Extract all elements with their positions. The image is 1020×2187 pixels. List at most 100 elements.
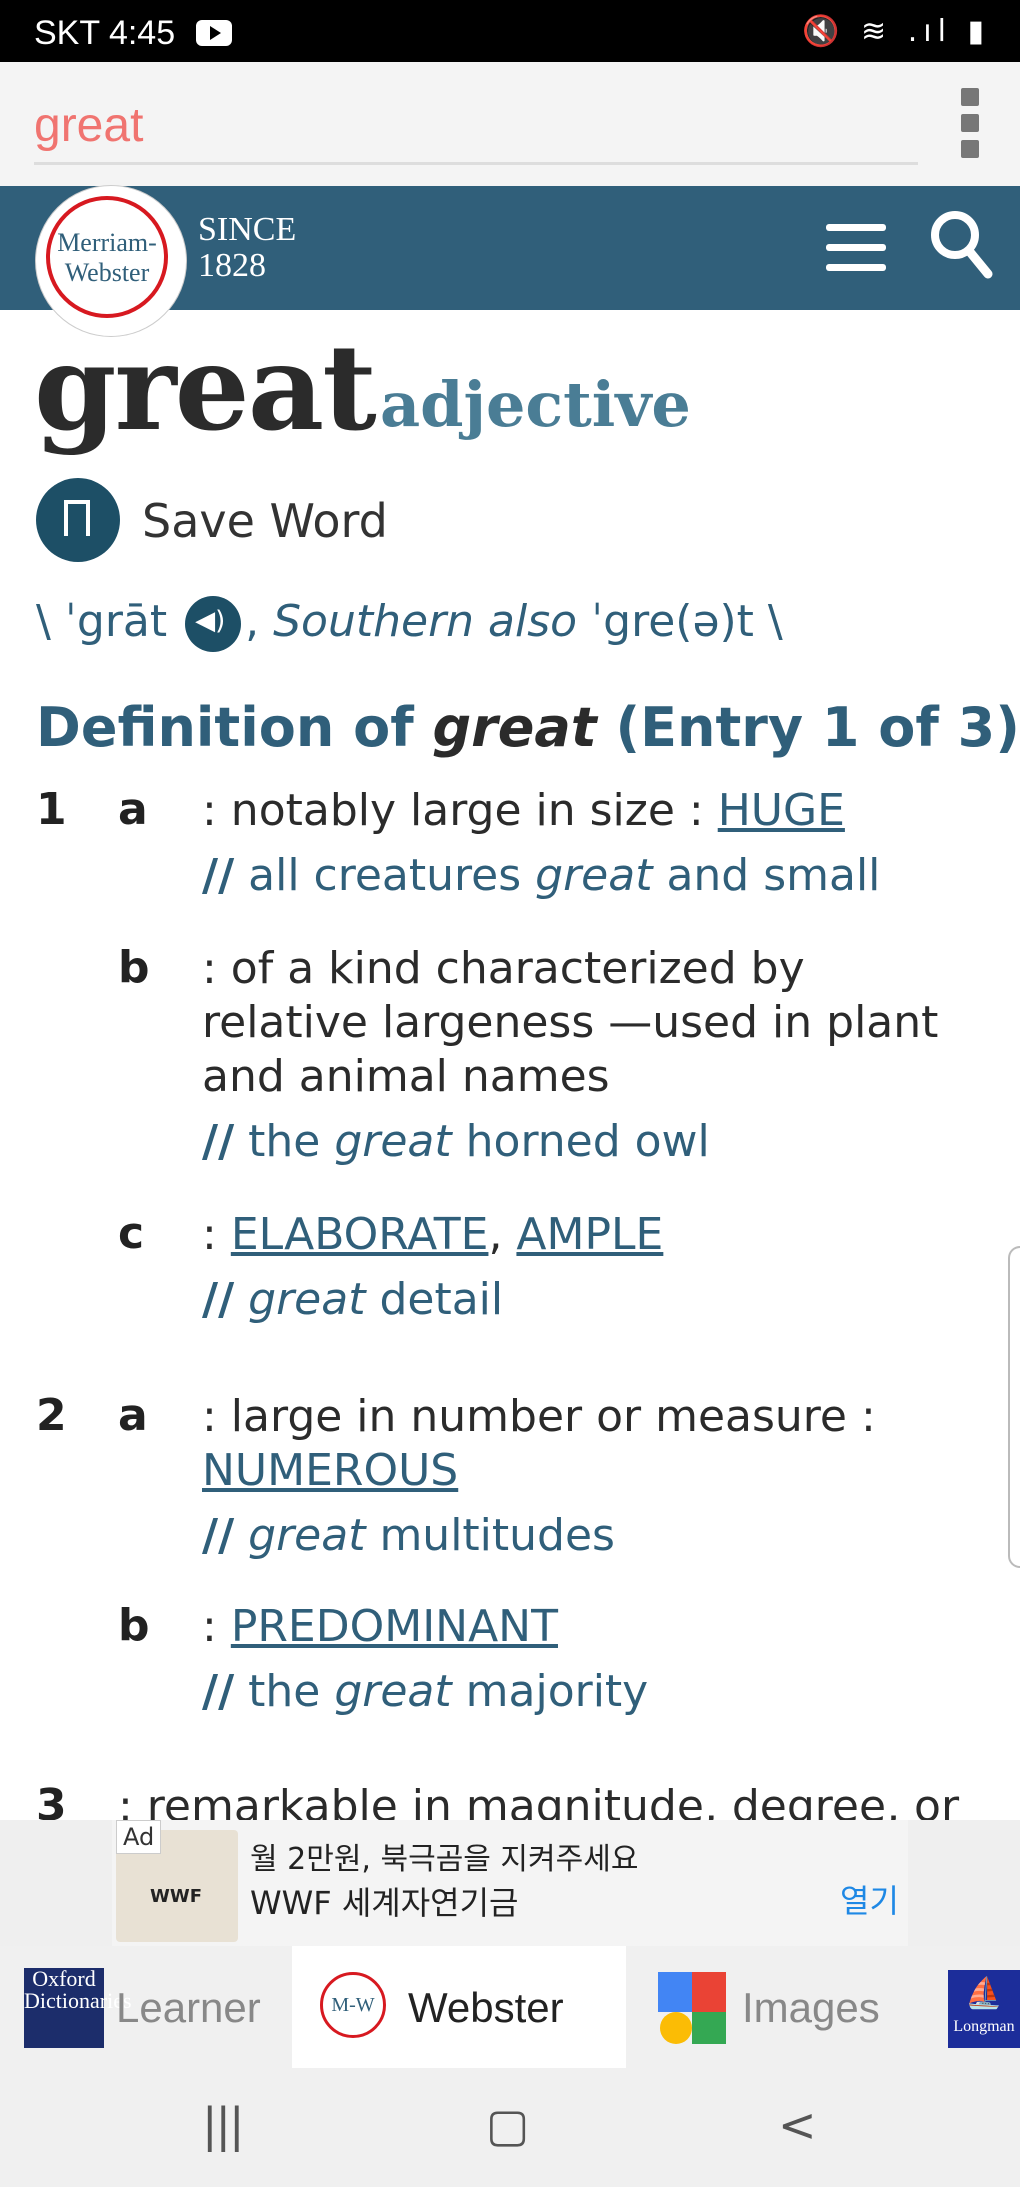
sense-1b-definition: : of a kind characterized by relative la…	[202, 943, 939, 1102]
def-word: great	[432, 696, 597, 759]
ex-text: horned owl	[451, 1116, 710, 1167]
pronunciation: \ ˈgrāt , Southern also ˈgre(ə)t \	[36, 596, 783, 652]
ex-text: and small	[652, 850, 881, 901]
longman-logo-icon: ⛵ Longman	[948, 1970, 1020, 2048]
link-huge[interactable]: HUGE	[718, 785, 845, 836]
sense-2a-example: // great multitudes	[202, 1510, 615, 1561]
sense-1b-example: // the great horned owl	[202, 1116, 710, 1167]
ex-word: great	[535, 850, 653, 901]
sense-letter-1a: a	[118, 784, 148, 835]
example-mark: //	[202, 1116, 235, 1167]
tab-learner[interactable]: Oxford Dictionaries Learner	[0, 1946, 290, 2068]
merriam-webster-logo[interactable]: Merriam- Webster	[36, 186, 186, 336]
sense-2a-text: : large in number or measure :	[202, 1391, 876, 1442]
search-input[interactable]: great	[34, 98, 143, 153]
def-prefix: Definition of	[36, 696, 433, 759]
ex-text: the	[248, 1116, 335, 1167]
sense-letter-2a: a	[118, 1390, 148, 1441]
ex-word: great	[248, 1274, 366, 1325]
site-header: Merriam- Webster SINCE 1828	[0, 186, 1020, 336]
tab-webster-label: Webster	[408, 1984, 564, 2031]
sense-2a-definition: : large in number or measure : NUMEROUS	[202, 1390, 982, 1498]
ad-open-button[interactable]: 열기	[840, 1876, 899, 1922]
since-label: SINCE 1828	[198, 212, 296, 284]
link-elaborate[interactable]: ELABORATE	[231, 1209, 489, 1260]
sense-number-2: 2	[36, 1390, 67, 1441]
link-numerous[interactable]: NUMEROUS	[202, 1445, 458, 1496]
example-mark: //	[202, 1274, 235, 1325]
oxford-logo-icon: Oxford Dictionaries	[24, 1968, 132, 2048]
tab-webster[interactable]: M-W Webster	[292, 1946, 626, 2068]
ex-text: all creatures	[248, 850, 536, 901]
since-year: 1828	[198, 247, 266, 284]
example-mark: //	[202, 1510, 235, 1561]
hamburger-menu-icon[interactable]	[826, 224, 886, 274]
headword: great	[34, 318, 377, 457]
logo-line1: Merriam-	[57, 228, 157, 257]
sense-1c-example: // great detail	[202, 1274, 503, 1325]
sense-1a-text: : notably large in size :	[202, 785, 718, 836]
sense-number-1: 1	[36, 784, 67, 835]
status-time: SKT 4:45	[34, 14, 176, 52]
pron-also: Southern also	[273, 596, 578, 647]
sense-2b-definition: : PREDOMINANT	[202, 1600, 982, 1654]
google-images-icon	[658, 1972, 726, 2044]
sense-letter-2b: b	[118, 1600, 150, 1651]
colon: :	[202, 1209, 231, 1260]
tab-images[interactable]: Images	[628, 1946, 928, 2068]
definition-heading: Definition of great (Entry 1 of 3)	[36, 696, 1020, 759]
sense-letter-1b: b	[118, 942, 150, 993]
since-text: SINCE	[198, 211, 297, 248]
ad-title[interactable]: 월 2만원, 북극곰을 지켜주세요	[250, 1834, 638, 1878]
link-predominant[interactable]: PREDOMINANT	[231, 1601, 558, 1652]
tab-images-label: Images	[742, 1984, 880, 2031]
logo-line2: Webster	[64, 258, 150, 287]
sense-1a-definition: : notably large in size : HUGE	[202, 784, 982, 838]
longman-label: Longman	[953, 2018, 1015, 2035]
audio-speaker-icon[interactable]	[185, 596, 242, 652]
pron-primary: \ ˈgrāt	[36, 596, 168, 647]
dictionary-tabs: Oxford Dictionaries Learner M-W Webster …	[0, 1946, 1020, 2068]
search-icon[interactable]	[928, 208, 994, 280]
youtube-notification-icon	[196, 20, 232, 46]
example-mark: //	[202, 1666, 235, 1717]
save-word-button[interactable]: Save Word	[142, 494, 388, 548]
bookmark-icon[interactable]	[36, 478, 120, 562]
sense-1a-example: // all creatures great and small	[202, 850, 880, 901]
ship-icon: ⛵	[965, 1977, 1003, 2010]
example-mark: //	[202, 850, 235, 901]
sense-2b-example: // the great majority	[202, 1666, 648, 1717]
ex-text: majority	[451, 1666, 649, 1717]
ex-word: great	[334, 1666, 452, 1717]
ex-word: great	[248, 1510, 366, 1561]
tab-learner-label: Learner	[116, 1984, 261, 2031]
part-of-speech: adjective	[380, 368, 691, 441]
ad-banner[interactable]: Ad 월 2만원, 북극곰을 지켜주세요 WWF 세계자연기금 열기	[0, 1820, 1020, 1946]
ex-word: great	[334, 1116, 452, 1167]
tab-longman[interactable]: ⛵ Longman	[930, 1946, 1020, 2068]
mw-logo-icon: M-W	[320, 1972, 386, 2038]
ex-text: multitudes	[365, 1510, 615, 1561]
ex-text: detail	[365, 1274, 504, 1325]
status-icons: 🔇 ≋ .ıl ▮	[802, 14, 990, 49]
pron-alt: ˈgre(ə)t \	[577, 596, 783, 647]
status-bar: SKT 4:45 🔇 ≋ .ıl ▮	[0, 0, 1020, 62]
ex-text: the	[248, 1666, 335, 1717]
search-bar: great	[0, 62, 1020, 186]
sense-letter-1c: c	[118, 1208, 145, 1259]
search-underline	[34, 162, 918, 165]
scrollbar-handle[interactable]	[1008, 1246, 1020, 1568]
home-button[interactable]: ▢	[486, 2098, 529, 2152]
def-suffix: (Entry 1 of 3)	[596, 696, 1020, 759]
pron-sep: ,	[245, 596, 274, 647]
link-ample[interactable]: AMPLE	[516, 1209, 663, 1260]
overflow-menu-icon[interactable]	[958, 88, 982, 164]
ad-tag: Ad	[116, 1820, 162, 1854]
sense-1c-definition: : ELABORATE, AMPLE	[202, 1208, 982, 1262]
recent-apps-button[interactable]: |||	[202, 2098, 244, 2152]
ad-subtitle[interactable]: WWF 세계자연기금	[250, 1878, 519, 1924]
back-button[interactable]: <	[778, 2098, 817, 2152]
colon: :	[202, 1601, 231, 1652]
system-nav-bar: ||| ▢ <	[0, 2068, 1020, 2187]
comma: ,	[488, 1209, 517, 1260]
